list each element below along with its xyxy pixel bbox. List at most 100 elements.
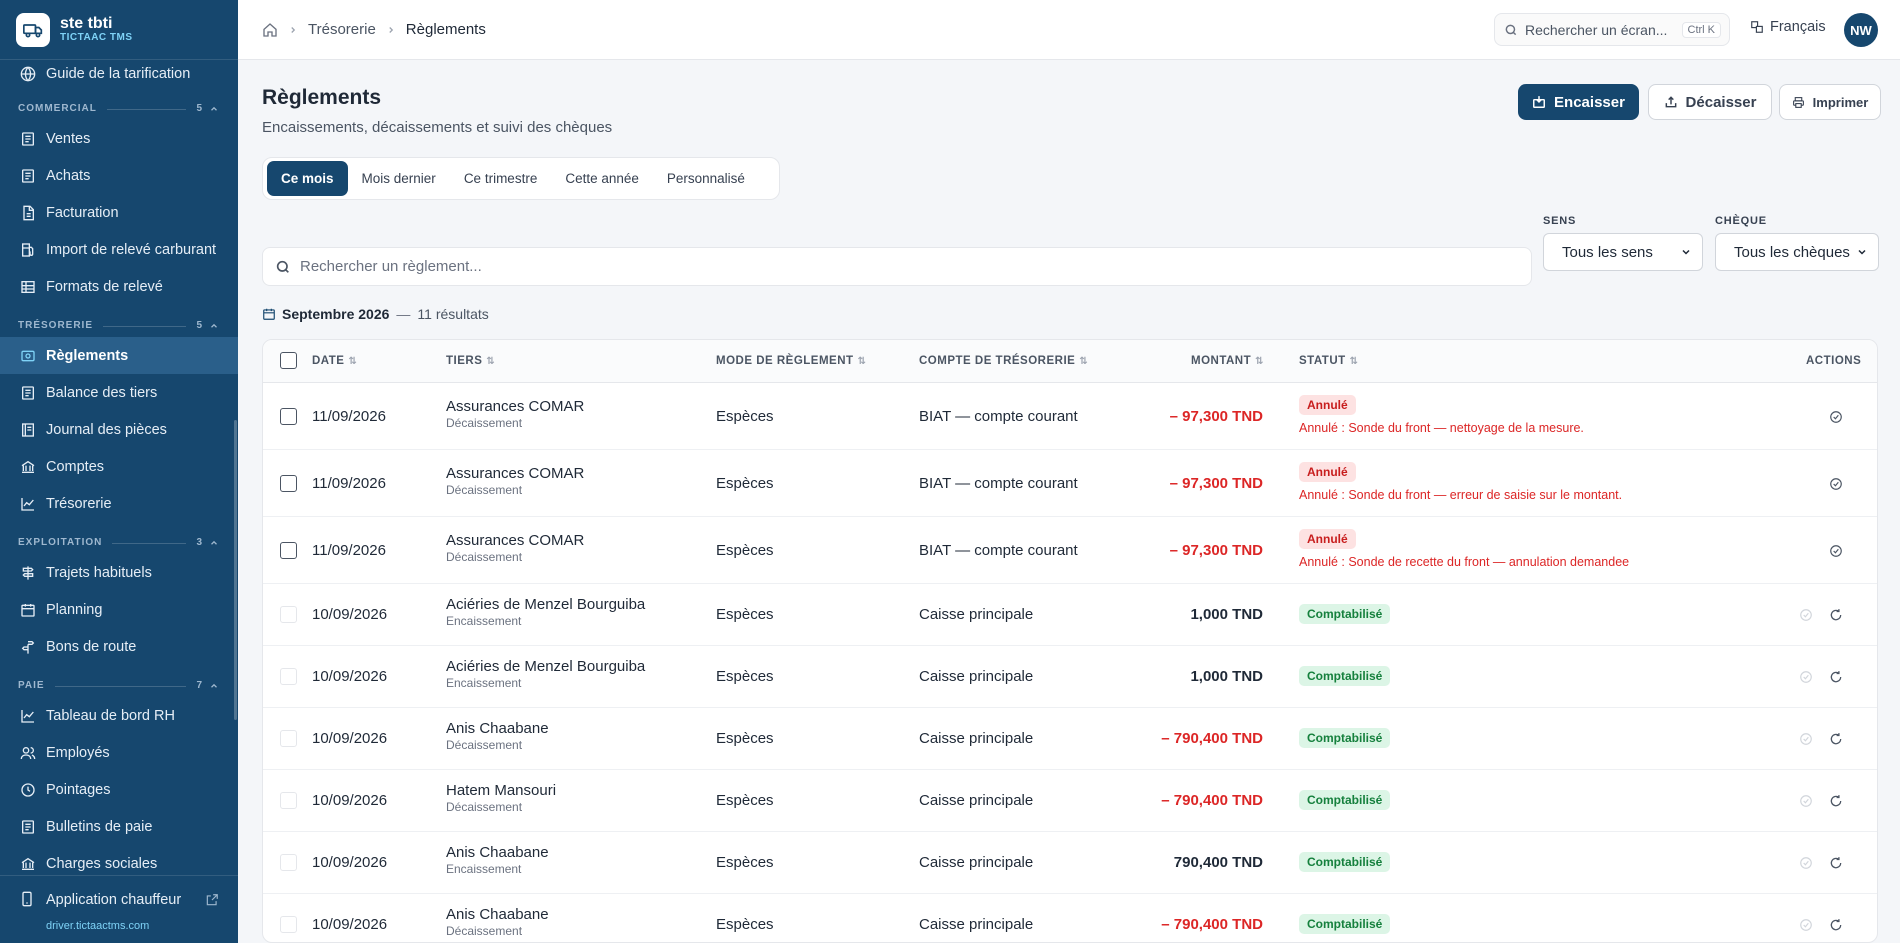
sidebar-item-bons-route[interactable]: Bons de route	[0, 628, 238, 665]
select-all-checkbox[interactable]	[280, 352, 297, 369]
encaisser-button[interactable]: Encaisser	[1518, 84, 1639, 120]
row-checkbox[interactable]	[280, 916, 297, 933]
validate-icon[interactable]	[1829, 410, 1843, 424]
tiers-name[interactable]: Anis Chaabane	[446, 720, 549, 737]
user-avatar[interactable]: NW	[1844, 13, 1878, 47]
sidebar-item-label: Trésorerie	[46, 495, 112, 512]
tiers-name[interactable]: Assurances COMAR	[446, 398, 584, 415]
sidebar-item-achats[interactable]: Achats	[0, 157, 238, 194]
cheque-filter-select[interactable]: Tous les chèques	[1715, 233, 1879, 271]
tab-mois-dernier[interactable]: Mois dernier	[348, 161, 450, 196]
column-mode[interactable]: MODE DE RÈGLEMENT ⇅	[716, 355, 866, 367]
tiers-name[interactable]: Hatem Mansouri	[446, 782, 556, 799]
sidebar-item-tableau-bord-rh[interactable]: Tableau de bord RH	[0, 697, 238, 734]
sidebar-scrollbar[interactable]	[234, 420, 237, 720]
row-checkbox[interactable]	[280, 541, 297, 559]
sidebar-item-facturation[interactable]: Facturation	[0, 194, 238, 231]
decaisser-button[interactable]: Décaisser	[1648, 84, 1772, 120]
tab-ce-mois[interactable]: Ce mois	[267, 161, 348, 196]
sidebar-item-journal-pieces[interactable]: Journal des pièces	[0, 411, 238, 448]
cancel-reglement-icon[interactable]	[1829, 918, 1843, 932]
imprimer-button[interactable]: Imprimer	[1779, 84, 1881, 120]
column-statut[interactable]: STATUT ⇅	[1299, 355, 1359, 367]
row-checkbox[interactable]	[280, 668, 297, 685]
table-row[interactable]: 10/09/2026 Anis Chaabane Décaissement Espèc…	[263, 894, 1877, 942]
table-row[interactable]: 10/09/2026 Anis Chaabane Encaissement Espèc…	[263, 832, 1877, 894]
sidebar-item-trajets-habituels[interactable]: Trajets habituels	[0, 554, 238, 591]
brand[interactable]: ste tbti TICTAAC TMS	[0, 0, 238, 60]
sidebar-item-label: Balance des tiers	[46, 384, 158, 401]
sidebar-item-comptes[interactable]: Comptes	[0, 448, 238, 485]
column-tiers[interactable]: TIERS ⇅	[446, 355, 495, 367]
column-montant[interactable]: MONTANT ⇅	[1191, 355, 1264, 367]
tiers-name[interactable]: Assurances COMAR	[446, 465, 584, 482]
tiers-cell: Aciéries de Menzel Bourguiba Encaissement	[446, 658, 645, 690]
status-badge: Annulé	[1299, 395, 1356, 415]
sens-filter-label: SENS	[1543, 215, 1577, 227]
tiers-name[interactable]: Aciéries de Menzel Bourguiba	[446, 658, 645, 675]
section-commercial-header[interactable]: COMMERCIAL 5	[0, 88, 238, 120]
tiers-name[interactable]: Anis Chaabane	[446, 906, 549, 923]
tab-ce-trimestre[interactable]: Ce trimestre	[450, 161, 552, 196]
sidebar-item-guide-tarification[interactable]: Guide de la tarification	[0, 60, 238, 88]
sort-icon: ⇅	[486, 355, 496, 367]
sidebar-item-reglements[interactable]: Règlements	[0, 337, 238, 374]
sidebar-item-tresorerie[interactable]: Trésorerie	[0, 485, 238, 522]
column-date[interactable]: DATE ⇅	[312, 355, 357, 367]
row-checkbox[interactable]	[280, 407, 297, 425]
external-link-icon	[205, 893, 219, 907]
cancel-reglement-icon[interactable]	[1829, 608, 1843, 622]
cancel-reglement-icon[interactable]	[1829, 856, 1843, 870]
tab-personnalise[interactable]: Personnalisé	[653, 161, 759, 196]
sens-filter-select[interactable]: Tous les sens	[1543, 233, 1703, 271]
sort-icon: ⇅	[1079, 355, 1089, 367]
tiers-name[interactable]: Anis Chaabane	[446, 844, 549, 861]
table-row[interactable]: 10/09/2026 Hatem Mansouri Décaissement Espè…	[263, 770, 1877, 832]
sidebar-item-formats-releve[interactable]: Formats de relevé	[0, 268, 238, 305]
reglement-search-input[interactable]: Rechercher un règlement...	[262, 247, 1532, 286]
home-icon[interactable]	[262, 22, 278, 38]
sidebar-item-planning[interactable]: Planning	[0, 591, 238, 628]
section-exploitation-header[interactable]: EXPLOITATION 3	[0, 522, 238, 554]
row-checkbox[interactable]	[280, 854, 297, 871]
table-row[interactable]: 10/09/2026 Anis Chaabane Décaissement Espèc…	[263, 708, 1877, 770]
driver-app-url[interactable]: driver.tictaactms.com	[0, 920, 238, 932]
chevron-up-icon	[211, 683, 217, 688]
driver-app-link[interactable]: Application chauffeur	[0, 882, 238, 918]
table-row[interactable]: 11/09/2026 Assurances COMAR Décaissement Es…	[263, 450, 1877, 517]
sidebar-item-balance-tiers[interactable]: Balance des tiers	[0, 374, 238, 411]
validate-icon[interactable]	[1829, 544, 1843, 558]
breadcrumb-tresorerie[interactable]: Trésorerie	[308, 21, 376, 38]
row-checkbox[interactable]	[280, 606, 297, 623]
row-checkbox[interactable]	[280, 792, 297, 809]
section-paie-header[interactable]: PAIE 7	[0, 665, 238, 697]
sidebar-item-ventes[interactable]: Ventes	[0, 120, 238, 157]
table-row[interactable]: 11/09/2026 Assurances COMAR Décaissement Es…	[263, 383, 1877, 450]
sidebar-item-charges-sociales[interactable]: Charges sociales	[0, 845, 238, 875]
tab-cette-annee[interactable]: Cette année	[551, 161, 653, 196]
section-tresorerie-header[interactable]: TRÉSORERIE 5	[0, 305, 238, 337]
sidebar-item-employes[interactable]: Employés	[0, 734, 238, 771]
sidebar-item-pointages[interactable]: Pointages	[0, 771, 238, 808]
sidebar-item-bulletins-paie[interactable]: Bulletins de paie	[0, 808, 238, 845]
cancel-reglement-icon[interactable]	[1829, 794, 1843, 808]
row-checkbox[interactable]	[280, 730, 297, 747]
table-row[interactable]: 11/09/2026 Assurances COMAR Décaissement Es…	[263, 517, 1877, 584]
table-body: 11/09/2026 Assurances COMAR Décaissement Es…	[263, 383, 1877, 942]
validate-icon[interactable]	[1829, 477, 1843, 491]
table-row[interactable]: 10/09/2026 Aciéries de Menzel Bourguiba En…	[263, 646, 1877, 708]
sidebar-item-import-releve-carburant[interactable]: Import de relevé carburant	[0, 231, 238, 268]
screen-search-input[interactable]: Rechercher un écran... Ctrl K	[1494, 13, 1730, 46]
tiers-cell: Assurances COMAR Décaissement	[446, 532, 584, 564]
column-compte[interactable]: COMPTE DE TRÉSORERIE ⇅	[919, 355, 1088, 367]
tiers-name[interactable]: Aciéries de Menzel Bourguiba	[446, 596, 645, 613]
cancel-reglement-icon[interactable]	[1829, 732, 1843, 746]
tiers-name[interactable]: Assurances COMAR	[446, 532, 584, 549]
cancel-reglement-icon[interactable]	[1829, 670, 1843, 684]
brand-name: ste tbti	[60, 15, 113, 32]
date-cell: 10/09/2026	[312, 916, 388, 933]
section-title: EXPLOITATION	[18, 537, 103, 548]
language-selector[interactable]: Français	[1750, 19, 1826, 35]
row-checkbox[interactable]	[280, 474, 297, 492]
table-row[interactable]: 10/09/2026 Aciéries de Menzel Bourguiba En…	[263, 584, 1877, 646]
